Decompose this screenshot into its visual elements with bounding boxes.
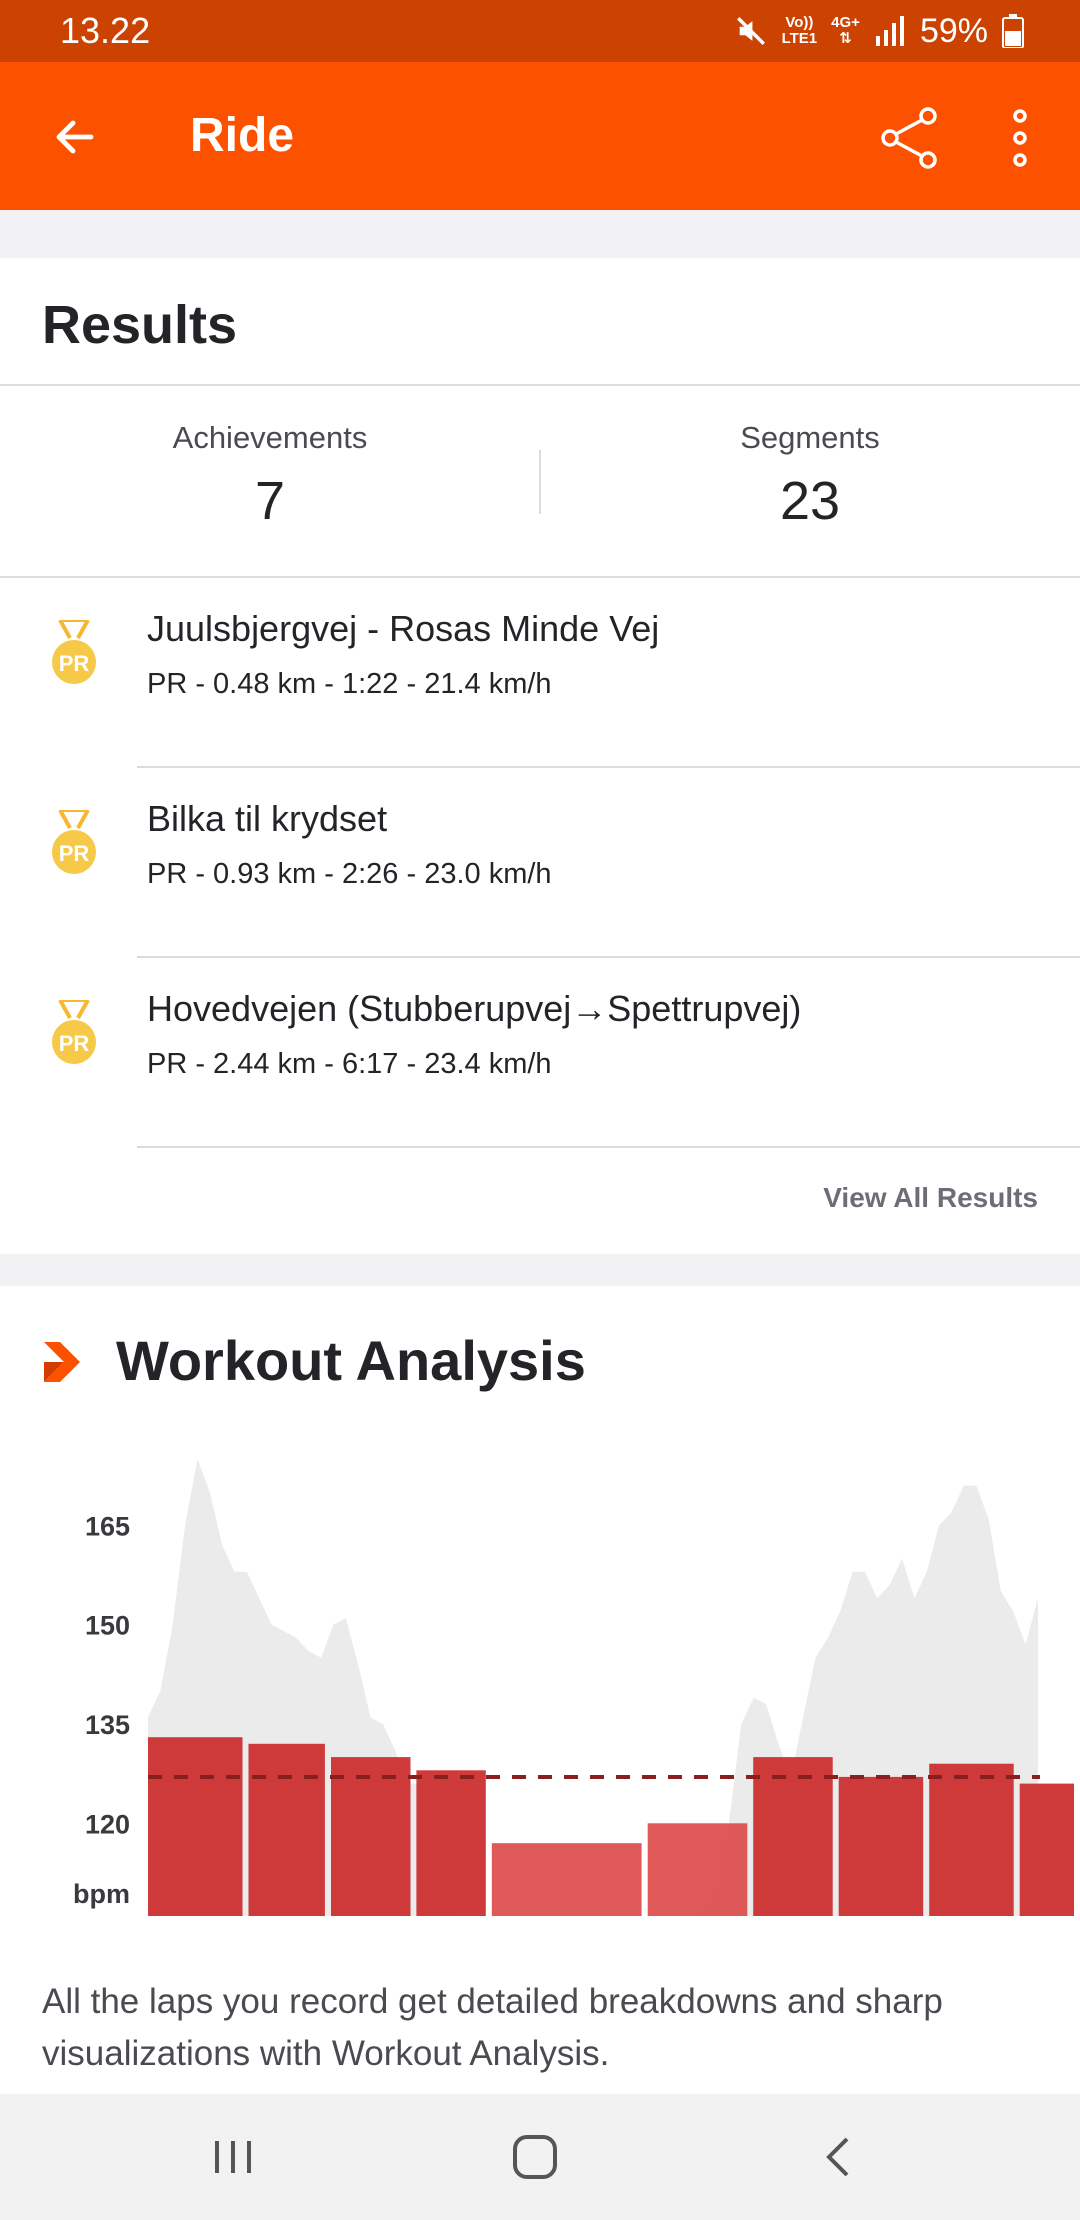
pr-medal-icon: PR bbox=[52, 620, 96, 684]
lap-bar bbox=[248, 1743, 325, 1916]
segments-value: 23 bbox=[779, 471, 841, 531]
svg-text:PR: PR bbox=[59, 1031, 90, 1056]
page-title: Ride bbox=[190, 109, 295, 162]
y-tick-label: 150 bbox=[85, 1611, 130, 1641]
segments-label: Segments bbox=[740, 420, 880, 455]
heart-rate-chart[interactable]: 120 135 150 165 bpm bbox=[0, 1416, 1080, 1936]
segment-name: Juulsbjergvej - Rosas Minde Vej bbox=[147, 608, 660, 649]
network-indicator: Vo)) LTE1 bbox=[781, 14, 818, 47]
arrow-left-icon bbox=[56, 120, 94, 154]
workout-analysis-card: Workout Analysis 120 135 150 165 bpm All the… bbox=[0, 1286, 1080, 2094]
pr-medal-icon: PR bbox=[52, 810, 96, 874]
lap-bar bbox=[753, 1757, 833, 1916]
y-tick-label: 135 bbox=[85, 1710, 130, 1740]
lap-bar bbox=[1019, 1783, 1074, 1916]
network-type: 4G+ ⇅ bbox=[831, 14, 860, 47]
divider bbox=[0, 384, 1080, 386]
more-vertical-icon bbox=[1013, 109, 1027, 167]
mute-icon bbox=[736, 17, 765, 45]
share-button[interactable] bbox=[870, 98, 950, 178]
svg-text:PR: PR bbox=[59, 651, 90, 676]
battery-percent: 59% bbox=[919, 11, 988, 50]
results-title: Results bbox=[42, 295, 238, 355]
nav-back-icon bbox=[826, 2137, 849, 2177]
y-tick-label: 120 bbox=[85, 1809, 130, 1839]
segment-stats: PR - 0.48 km - 1:22 - 21.4 km/h bbox=[147, 668, 552, 700]
back-button[interactable] bbox=[40, 102, 110, 172]
segment-row[interactable]: PR Juulsbjergvej - Rosas Minde Vej PR - … bbox=[0, 578, 1080, 768]
svg-text:PR: PR bbox=[59, 841, 90, 866]
app-bar: Ride bbox=[0, 62, 1080, 210]
segment-row[interactable]: PR Hovedvejen (Stubberupvej→Spettrupvej)… bbox=[0, 958, 1080, 1148]
system-back-button[interactable] bbox=[792, 2124, 882, 2190]
pr-medal-icon: PR bbox=[52, 1000, 96, 1064]
status-bar: 13.22 Vo)) LTE1 4G+ ⇅ 59% bbox=[0, 0, 1080, 62]
segment-stats: PR - 2.44 km - 6:17 - 23.4 km/h bbox=[147, 1048, 552, 1080]
segment-name: Hovedvejen (Stubberupvej→Spettrupvej) bbox=[147, 988, 802, 1029]
achievements-label: Achievements bbox=[172, 420, 368, 455]
recents-button[interactable] bbox=[188, 2124, 278, 2190]
lap-bar bbox=[647, 1823, 748, 1916]
workout-analysis-title: Workout Analysis bbox=[116, 1329, 586, 1392]
recents-icon bbox=[215, 2141, 251, 2173]
results-card: Results Achievements 7 Segments 23 PR Ju… bbox=[0, 258, 1080, 1254]
divider bbox=[137, 1146, 1080, 1148]
achievements-stat[interactable]: Achievements 7 bbox=[0, 420, 540, 532]
lap-bar bbox=[148, 1737, 243, 1916]
signal-icon bbox=[875, 16, 904, 46]
home-icon bbox=[513, 2135, 557, 2179]
share-icon bbox=[881, 107, 937, 169]
achievements-value: 7 bbox=[254, 471, 286, 531]
status-icons: Vo)) LTE1 4G+ ⇅ 59% bbox=[734, 8, 1024, 54]
lap-bar bbox=[838, 1776, 924, 1916]
segment-stats: PR - 0.93 km - 2:26 - 23.0 km/h bbox=[147, 858, 552, 890]
segments-stat[interactable]: Segments 23 bbox=[540, 420, 1080, 532]
y-tick-label: 165 bbox=[85, 1511, 130, 1541]
chevron-right-icon bbox=[44, 1342, 80, 1382]
workout-analysis-description: All the laps you record get detailed bre… bbox=[42, 1982, 943, 2073]
segment-name: Bilka til krydset bbox=[147, 798, 388, 839]
more-options-button[interactable] bbox=[990, 98, 1050, 178]
lap-bar bbox=[416, 1770, 486, 1916]
navigation-bar bbox=[0, 2094, 1080, 2220]
y-axis-label: bpm bbox=[73, 1879, 130, 1909]
status-time: 13.22 bbox=[60, 10, 151, 51]
lap-bar bbox=[331, 1757, 411, 1916]
battery-icon bbox=[1002, 14, 1024, 48]
lap-bar bbox=[491, 1843, 642, 1916]
segment-row[interactable]: PR Bilka til krydset PR - 0.93 km - 2:26… bbox=[0, 768, 1080, 958]
lap-bar bbox=[929, 1763, 1014, 1916]
view-all-results-link[interactable]: View All Results bbox=[823, 1182, 1038, 1214]
home-button[interactable] bbox=[490, 2124, 580, 2190]
